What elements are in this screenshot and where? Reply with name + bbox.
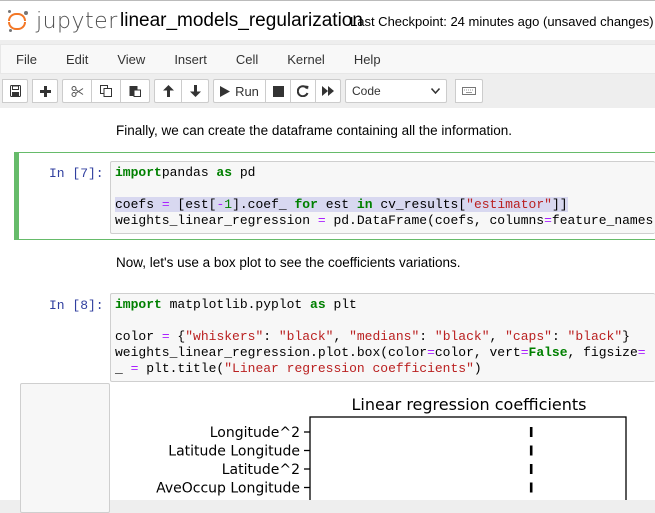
command-palette-button[interactable] xyxy=(455,79,483,103)
menu-cell[interactable]: Cell xyxy=(236,52,258,67)
menu-view[interactable]: View xyxy=(117,52,145,67)
insert-cell-button[interactable] xyxy=(32,79,58,103)
markdown-cell[interactable]: Now, let's use a box plot to see the coe… xyxy=(116,255,461,270)
jupyter-logo-icon xyxy=(6,10,28,32)
save-button[interactable] xyxy=(2,79,28,103)
run-button[interactable]: Run xyxy=(213,79,266,103)
box-longitude-2 xyxy=(529,427,533,437)
cell-type-value: Code xyxy=(352,84,381,98)
plot-area xyxy=(309,416,627,500)
cell-type-select[interactable]: Code xyxy=(345,79,447,103)
boxplot-chart: Linear regression coefficients Longitude… xyxy=(156,395,627,500)
arrow-up-icon xyxy=(162,85,174,97)
ytick-label: Latitude^2 xyxy=(222,462,300,478)
restart-icon xyxy=(297,85,309,97)
paste-icon xyxy=(129,86,141,97)
cut-icon xyxy=(71,85,83,97)
code-line: import matplotlib.pyplot as plt xyxy=(115,297,357,312)
stop-icon xyxy=(272,85,284,97)
logo-text: jupyter xyxy=(36,8,118,34)
menu-edit[interactable]: Edit xyxy=(66,52,88,67)
copy-button[interactable] xyxy=(91,79,121,103)
keyboard-icon xyxy=(462,87,476,95)
ytick-label: Latitude Longitude xyxy=(168,444,300,460)
code-editor[interactable]: importpandas as pd coefs = [est[-1].coef… xyxy=(110,161,655,234)
chevron-down-icon xyxy=(431,88,440,94)
arrow-down-icon xyxy=(189,85,201,97)
code-line: _ = plt.title("Linear regression coeffic… xyxy=(115,361,482,376)
toolbar: Run Code xyxy=(0,76,655,106)
notebook-header: jupyter linear_models_regularization Las… xyxy=(0,0,655,40)
code-line: weights_linear_regression.plot.box(color… xyxy=(115,345,646,360)
menu-help[interactable]: Help xyxy=(354,52,381,67)
paste-button[interactable] xyxy=(120,79,150,103)
box-latitude-2 xyxy=(529,464,533,474)
autosave-status: (unsaved changes) xyxy=(543,14,654,29)
input-prompt: In [8]: xyxy=(49,298,104,313)
menu-kernel[interactable]: Kernel xyxy=(287,52,325,67)
cut-button[interactable] xyxy=(62,79,92,103)
notebook-name[interactable]: linear_models_regularization xyxy=(120,10,363,32)
run-icon xyxy=(220,85,231,97)
chart-title: Linear regression coefficients xyxy=(352,395,587,414)
menu-bar: File Edit View Insert Cell Kernel Help xyxy=(0,44,655,74)
save-icon xyxy=(9,85,21,97)
menu-file[interactable]: File xyxy=(16,52,37,67)
interrupt-button[interactable] xyxy=(265,79,291,103)
code-line: weights_linear_regression = pd.DataFrame… xyxy=(115,213,655,228)
menu-insert[interactable]: Insert xyxy=(174,52,207,67)
output-prompt-collapse[interactable] xyxy=(20,383,110,513)
move-down-button[interactable] xyxy=(181,79,209,103)
move-up-button[interactable] xyxy=(154,79,182,103)
box-latitude-longitude xyxy=(529,445,533,456)
box-aveoccup-longitude xyxy=(529,482,533,493)
plus-icon xyxy=(39,85,51,97)
checkpoint-status: Last Checkpoint: 24 minutes ago xyxy=(350,14,540,29)
code-editor[interactable]: import matplotlib.pyplot as plt color = … xyxy=(110,293,655,382)
jupyter-logo[interactable]: jupyter xyxy=(6,7,118,35)
ytick-label: Longitude^2 xyxy=(210,425,300,441)
code-line: importpandas as pd xyxy=(115,165,256,180)
fast-forward-icon xyxy=(322,86,334,96)
restart-run-all-button[interactable] xyxy=(315,79,341,103)
ytick-label: AveOccup Longitude xyxy=(156,481,300,497)
input-prompt: In [7]: xyxy=(49,166,104,181)
markdown-cell[interactable]: Finally, we can create the dataframe con… xyxy=(116,123,512,138)
notebook-container: Finally, we can create the dataframe con… xyxy=(0,108,655,513)
copy-icon xyxy=(100,85,112,97)
code-line: color = {"whiskers": "black", "medians":… xyxy=(115,329,630,344)
run-label: Run xyxy=(235,83,259,99)
restart-button[interactable] xyxy=(290,79,316,103)
code-line: coefs = [est[-1].coef_ for est in cv_res… xyxy=(115,197,568,212)
